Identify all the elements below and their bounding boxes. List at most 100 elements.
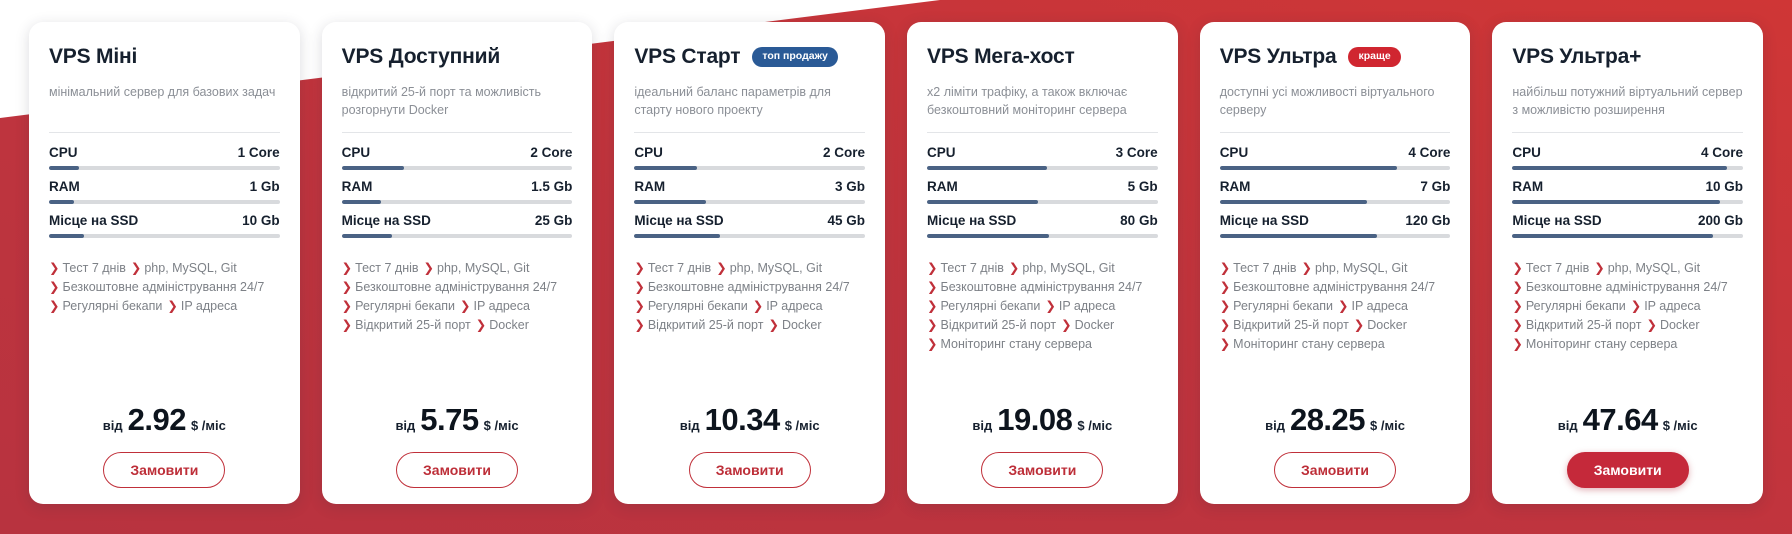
- header-divider: [634, 132, 866, 134]
- spec-progress-fill: [634, 166, 697, 171]
- feature-text: IP адреса: [473, 299, 530, 314]
- chevron-icon: ❯: [927, 280, 938, 295]
- order-button[interactable]: Замовити: [103, 452, 226, 488]
- feature-item: ❯ Відкритий 25-й порт ❯ Docker: [1220, 316, 1451, 335]
- spec-progress-fill: [927, 200, 1038, 205]
- price-amount: 2.92: [127, 402, 187, 437]
- order-button[interactable]: Замовити: [688, 452, 811, 488]
- spec-row: Місце на SSD 120 Gb: [1220, 211, 1451, 228]
- feature-text: Відкритий 25-й порт: [1233, 318, 1349, 333]
- plan-title: VPS Ультра: [1219, 45, 1337, 68]
- price-unit: $ /міс: [190, 418, 226, 433]
- feature-text: php, MySQL, Git: [729, 261, 823, 276]
- spec-progress-track: [1512, 234, 1744, 239]
- spec-progress-track: [634, 234, 866, 239]
- spec-row: RAM 10 Gb: [1512, 177, 1743, 194]
- card-header: VPS Старт топ продажу: [634, 42, 865, 72]
- feature-text: Регулярні бекапи: [647, 299, 748, 314]
- order-button[interactable]: Замовити: [1566, 452, 1689, 488]
- feature-text: Відкритий 25-й порт: [647, 318, 764, 333]
- order-button-wrap: Замовити: [342, 452, 573, 488]
- spec-value: 2 Core: [822, 145, 866, 161]
- spec-row: RAM 5 Gb: [927, 177, 1158, 194]
- chevron-icon: ❯: [1512, 337, 1523, 352]
- plan-badge: топ продажу: [752, 47, 838, 67]
- feature-item: ❯ Тест 7 днів ❯ php, MySQL, Git: [342, 259, 573, 278]
- price-prefix: від: [1557, 418, 1578, 433]
- feature-item: ❯ Безкоштовне адміністрування 24/7: [927, 278, 1158, 297]
- spec-row: Місце на SSD 25 Gb: [342, 211, 573, 228]
- chevron-icon: ❯: [1512, 318, 1523, 333]
- order-button[interactable]: Замовити: [396, 452, 518, 488]
- chevron-icon: ❯: [167, 299, 178, 313]
- chevron-icon: ❯: [49, 261, 60, 275]
- chevron-icon: ❯: [130, 261, 142, 275]
- spec-progress-fill: [634, 200, 706, 205]
- chevron-icon: ❯: [927, 261, 938, 276]
- spec-progress-track: [49, 166, 280, 170]
- plan-title: VPS Ультра+: [1512, 45, 1642, 68]
- feature-text: Docker: [1074, 318, 1115, 333]
- order-button[interactable]: Замовити: [981, 452, 1104, 488]
- chevron-icon: ❯: [49, 280, 60, 294]
- chevron-icon: ❯: [1512, 299, 1523, 314]
- card-header: VPS Ультра+: [1512, 42, 1743, 72]
- spec-label: RAM: [927, 179, 958, 195]
- feature-text: Регулярні бекапи: [940, 299, 1041, 314]
- price-prefix: від: [395, 418, 416, 433]
- feature-item: ❯ Регулярні бекапи ❯ IP адреса: [49, 297, 280, 316]
- order-button[interactable]: Замовити: [1274, 452, 1396, 488]
- spec-row: Місце на SSD 10 Gb: [49, 211, 280, 228]
- price-prefix: від: [1265, 418, 1285, 433]
- feature-item: ❯ Регулярні бекапи ❯ IP адреса: [1512, 297, 1743, 316]
- spec-progress-track: [1512, 166, 1744, 171]
- chevron-icon: ❯: [634, 318, 645, 333]
- spec-label: CPU: [341, 145, 371, 161]
- card-header: VPS Міні: [49, 42, 280, 72]
- feature-text: Безкоштовне адміністрування 24/7: [62, 280, 265, 294]
- chevron-icon: ❯: [634, 299, 645, 314]
- feature-text: IP адреса: [180, 299, 238, 313]
- spec-row: CPU 3 Core: [927, 143, 1158, 160]
- feature-text: php, MySQL, Git: [437, 261, 530, 276]
- pricing-cards-row: VPS Міні мінімальний сервер для базових з…: [0, 0, 1792, 534]
- spec-progress-track: [1512, 200, 1744, 205]
- spec-row: RAM 1 Gb: [49, 177, 280, 194]
- header-divider: [1512, 132, 1744, 134]
- spec-value: 5 Gb: [1127, 179, 1158, 195]
- spec-label: RAM: [341, 179, 373, 195]
- plan-title: VPS Доступний: [341, 45, 501, 68]
- spec-label: CPU: [1512, 145, 1541, 161]
- feature-text: Тест 7 днів: [62, 261, 126, 275]
- spec-value: 7 Gb: [1420, 179, 1451, 195]
- price-prefix: від: [972, 418, 993, 433]
- chevron-icon: ❯: [1061, 318, 1072, 333]
- feature-text: Тест 7 днів: [940, 261, 1004, 276]
- chevron-icon: ❯: [1630, 299, 1642, 314]
- feature-text: Моніторинг стану сервера: [1233, 337, 1385, 352]
- header-divider: [341, 132, 573, 134]
- feature-item: ❯ Безкоштовне адміністрування 24/7: [342, 278, 573, 297]
- spec-row: CPU 1 Core: [49, 143, 280, 160]
- feature-text: Регулярні бекапи: [62, 299, 163, 313]
- spec-value: 3 Gb: [835, 179, 866, 195]
- chevron-icon: ❯: [1219, 318, 1231, 333]
- spec-list: CPU 2 Core RAM 1.5 Gb Місце на SSD 25 Gb: [341, 143, 573, 245]
- chevron-icon: ❯: [341, 280, 353, 295]
- feature-text: IP адреса: [766, 299, 823, 314]
- spec-progress-fill: [1219, 200, 1368, 205]
- chevron-icon: ❯: [634, 280, 645, 295]
- feature-text: Моніторинг стану сервера: [1525, 337, 1678, 352]
- feature-text: Моніторинг стану сервера: [940, 337, 1093, 352]
- spec-value: 4 Core: [1701, 145, 1744, 161]
- pricing-card: VPS Ультра краще доступні усі можливості в…: [1199, 22, 1471, 504]
- spec-progress-fill: [341, 166, 404, 171]
- spec-label: Місце на SSD: [634, 213, 724, 229]
- spec-row: CPU 2 Core: [634, 143, 865, 160]
- spec-progress-track: [49, 234, 280, 238]
- spec-progress-track: [341, 166, 573, 171]
- feature-item: ❯ Тест 7 днів ❯ php, MySQL, Git: [1512, 259, 1743, 278]
- spec-list: CPU 2 Core RAM 3 Gb Місце на SSD 45 Gb: [634, 143, 866, 245]
- chevron-icon: ❯: [1219, 261, 1231, 276]
- chevron-icon: ❯: [1219, 299, 1231, 314]
